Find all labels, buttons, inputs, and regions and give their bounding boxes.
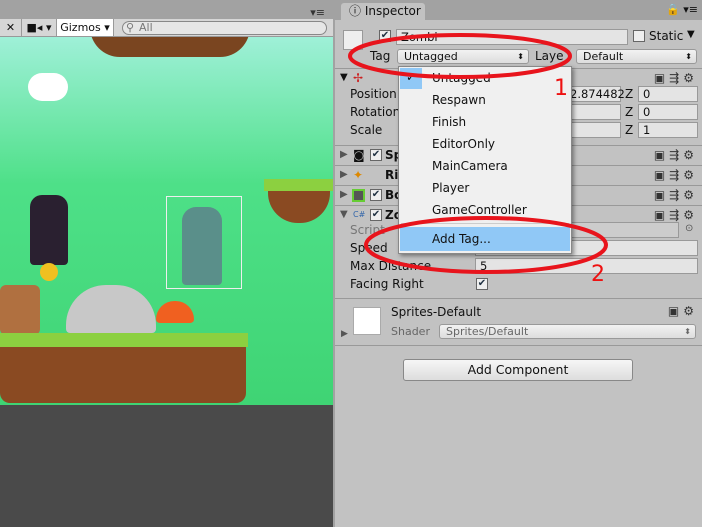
annotation-ellipse-1	[348, 33, 572, 79]
annotation-label-1: 1	[554, 76, 568, 101]
annotation-ellipse-2	[364, 216, 608, 274]
annotation-label-2: 2	[591, 262, 605, 287]
